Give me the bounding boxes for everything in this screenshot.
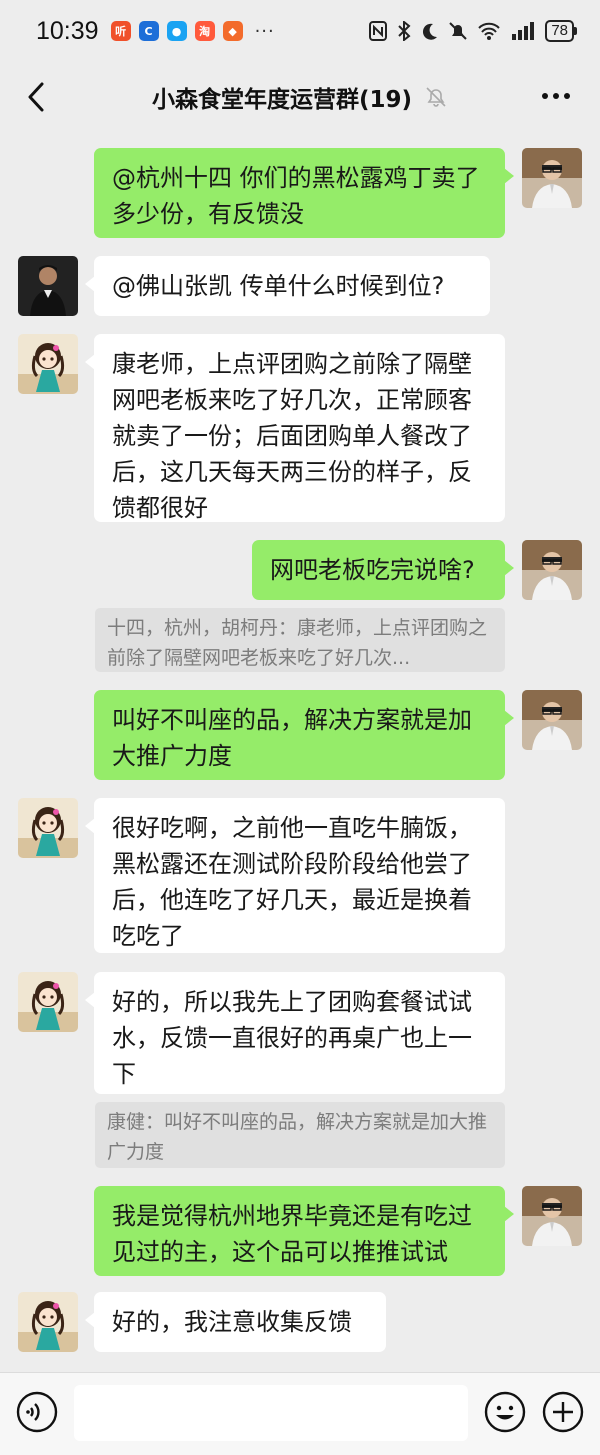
notification-icons: 听 C ● 淘 ◆ ···: [110, 20, 275, 42]
signal-icon: [512, 22, 535, 40]
message-row: 我是觉得杭州地界毕竟还是有吃过见过的主，这个品可以推推试试: [0, 1186, 600, 1276]
message-bubble[interactable]: @杭州十四 你们的黑松露鸡丁卖了多少份，有反馈没: [94, 148, 514, 238]
silent-bell-icon: [449, 22, 468, 40]
member-avatar[interactable]: [18, 256, 78, 316]
message-notification-icon: ●: [166, 21, 187, 41]
quoted-message[interactable]: 十四，杭州，胡柯丹：康老师，上点评团购之前除了隔壁网吧老板来吃了好几次...: [95, 608, 505, 672]
message-text: 网吧老板吃完说啥?: [270, 556, 475, 584]
my-avatar[interactable]: [522, 690, 582, 750]
battery-indicator: 78: [545, 20, 577, 42]
message-row: 康老师，上点评团购之前除了隔壁网吧老板来吃了好几次，正常顾客就卖了一份；后面团购…: [0, 334, 600, 522]
message-row: @佛山张凯 传单什么时候到位?: [0, 256, 600, 316]
emoji-icon[interactable]: [484, 1391, 526, 1433]
plus-icon[interactable]: [542, 1391, 584, 1433]
message-text: 叫好不叫座的品，解决方案就是加大推广力度: [112, 706, 472, 770]
message-bubble[interactable]: 好的，我注意收集反馈: [85, 1292, 386, 1352]
quoted-text: 十四，杭州，胡柯丹：康老师，上点评团购之前除了隔壁网吧老板来吃了好几次...: [107, 617, 488, 669]
message-bubble[interactable]: 我是觉得杭州地界毕竟还是有吃过见过的主，这个品可以推推试试: [94, 1186, 514, 1276]
message-row: 好的，我注意收集反馈: [0, 1292, 600, 1352]
voice-icon[interactable]: [16, 1391, 58, 1433]
member-avatar[interactable]: [18, 1292, 78, 1352]
member-avatar[interactable]: [18, 334, 78, 394]
message-row: 很好吃啊，之前他一直吃牛腩饭，黑松露还在测试阶段阶段给他尝了后，他连吃了好几天，…: [0, 798, 600, 953]
message-bubble[interactable]: 康老师，上点评团购之前除了隔壁网吧老板来吃了好几次，正常顾客就卖了一份；后面团购…: [85, 334, 505, 522]
message-bubble[interactable]: @佛山张凯 传单什么时候到位?: [85, 256, 490, 316]
message-text: 好的，我注意收集反馈: [112, 1308, 352, 1336]
message-text: 好的，所以我先上了团购套餐试试水，反馈一直很好的再桌广也上一下: [112, 988, 472, 1088]
app-notification-icon: 听: [110, 21, 131, 41]
message-text: @杭州十四 你们的黑松露鸡丁卖了多少份，有反馈没: [112, 164, 480, 228]
message-row: 叫好不叫座的品，解决方案就是加大推广力度: [0, 690, 600, 780]
system-icons: 78: [369, 20, 577, 42]
status-time: 10:39: [36, 16, 99, 45]
chat-header: 小森食堂年度运营群(19): [0, 62, 600, 132]
input-bar: [0, 1372, 600, 1455]
shopping-notification-icon: 淘: [194, 21, 215, 41]
message-bubble[interactable]: 叫好不叫座的品，解决方案就是加大推广力度: [94, 690, 514, 780]
app-notification-icon: ◆: [222, 21, 243, 41]
message-text: 很好吃啊，之前他一直吃牛腩饭，黑松露还在测试阶段阶段给他尝了后，他连吃了好几天，…: [112, 814, 472, 950]
message-row: 网吧老板吃完说啥? 十四，杭州，胡柯丹：康老师，上点评团购之前除了隔壁网吧老板来…: [0, 540, 600, 672]
message-text: 康老师，上点评团购之前除了隔壁网吧老板来吃了好几次，正常顾客就卖了一份；后面团购…: [112, 350, 472, 522]
app-notification-icon: C: [138, 21, 159, 41]
wifi-icon: [478, 22, 501, 40]
nfc-icon: [369, 21, 388, 41]
message-row: @杭州十四 你们的黑松露鸡丁卖了多少份，有反馈没: [0, 148, 600, 238]
message-row: 好的，所以我先上了团购套餐试试水，反馈一直很好的再桌广也上一下 康健：叫好不叫座…: [0, 972, 600, 1168]
bluetooth-icon: [398, 21, 411, 41]
message-bubble[interactable]: 好的，所以我先上了团购套餐试试水，反馈一直很好的再桌广也上一下: [85, 972, 505, 1094]
status-bar: 10:39 听 C ● 淘 ◆ ··· 78: [0, 0, 600, 62]
my-avatar[interactable]: [522, 1186, 582, 1246]
message-input[interactable]: [74, 1385, 468, 1441]
more-notifications-icon: ···: [254, 20, 275, 42]
my-avatar[interactable]: [522, 540, 582, 600]
my-avatar[interactable]: [522, 148, 582, 208]
mute-bell-icon: [426, 87, 446, 107]
quoted-message[interactable]: 康健：叫好不叫座的品，解决方案就是加大推广力度: [95, 1102, 505, 1168]
member-avatar[interactable]: [18, 972, 78, 1032]
member-avatar[interactable]: [18, 798, 78, 858]
message-text: 我是觉得杭州地界毕竟还是有吃过见过的主，这个品可以推推试试: [112, 1202, 472, 1266]
message-bubble[interactable]: 网吧老板吃完说啥?: [252, 540, 514, 600]
message-bubble[interactable]: 很好吃啊，之前他一直吃牛腩饭，黑松露还在测试阶段阶段给他尝了后，他连吃了好几天，…: [85, 798, 505, 953]
quoted-text: 康健：叫好不叫座的品，解决方案就是加大推广力度: [107, 1111, 488, 1163]
chat-title: 小森食堂年度运营群(19): [151, 87, 413, 113]
back-chevron-icon[interactable]: [22, 80, 52, 114]
chat-messages[interactable]: @杭州十四 你们的黑松露鸡丁卖了多少份，有反馈没 @佛山张凯 传单什么时候到位?…: [0, 132, 600, 1372]
message-text: @佛山张凯 传单什么时候到位?: [112, 272, 445, 300]
moon-icon: [423, 23, 438, 40]
more-dots-icon[interactable]: [540, 84, 572, 108]
